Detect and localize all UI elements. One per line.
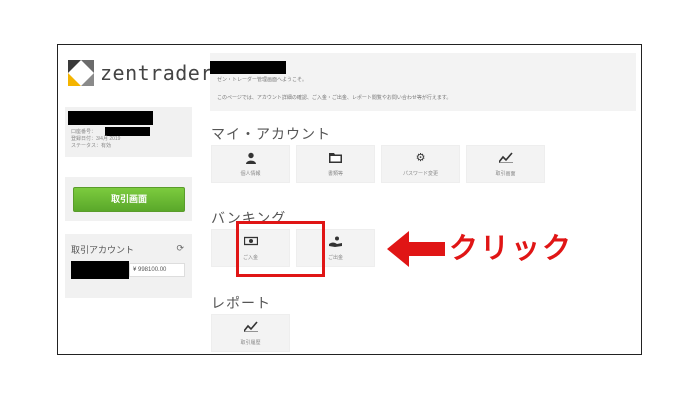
tile-documents[interactable]: 書類等 (296, 145, 375, 183)
tile-label: 取引画面 (495, 171, 516, 177)
zentrader-logo-icon (68, 60, 94, 86)
welcome-message: ゼン・トレーダー管理画面へようこそ。 (217, 77, 308, 83)
redacted-username (210, 61, 286, 74)
tile-label: パスワード変更 (402, 171, 438, 177)
tile-change-password[interactable]: ⚙ パスワード変更 (381, 145, 460, 183)
tile-trading-screen[interactable]: 取引画面 (466, 145, 545, 183)
trade-panel: 取引画面 (65, 177, 192, 221)
section-title-my-account: マイ・アカウント (211, 126, 331, 142)
profile-registration-date: 登録日付：3/4月 2019 (71, 136, 121, 142)
refresh-icon[interactable]: ⟳ (176, 243, 184, 254)
trading-account-panel: 取引アカウント ⟳ ¥ 998100.00 (65, 234, 192, 298)
chart-icon (467, 152, 544, 166)
brand-name: zentrader (100, 61, 213, 85)
tile-personal-info[interactable]: 個人情報 (211, 145, 290, 183)
trade-screen-button[interactable]: 取引画面 (73, 187, 185, 212)
main-content: ゼン・トレーダー管理画面へようこそ。 このページでは、アカウント詳細の確認、ご入… (210, 53, 636, 353)
tile-trade-history[interactable]: 取引履歴 (211, 314, 290, 352)
trading-account-title: 取引アカウント (71, 245, 135, 255)
redacted-name (68, 111, 153, 125)
profile-status: ステータス：有効 (71, 143, 112, 149)
click-annotation: クリック (449, 233, 574, 265)
profile-account-number-label: 口座番号： (71, 129, 97, 135)
person-icon (212, 152, 289, 167)
sidebar: zentrader 口座番号： 登録日付：3/4月 2019 ステータス：有効 … (58, 45, 212, 354)
logo[interactable]: zentrader (68, 58, 213, 88)
redacted-account-id (71, 261, 129, 279)
tile-label: 個人情報 (240, 171, 261, 177)
profile-details: 口座番号： 登録日付：3/4月 2019 ステータス：有効 (71, 129, 120, 150)
welcome-panel: ゼン・トレーダー管理画面へようこそ。 このページでは、アカウント詳細の確認、ご入… (210, 53, 636, 111)
gears-icon: ⚙ (415, 152, 426, 164)
highlight-box (236, 221, 325, 277)
app-frame: zentrader 口座番号： 登録日付：3/4月 2019 ステータス：有効 … (57, 44, 642, 355)
tile-label: 取引履歴 (240, 340, 261, 346)
section-title-report: レポート (211, 295, 271, 311)
chart-icon (212, 321, 289, 335)
account-balance: ¥ 998100.00 (129, 263, 185, 277)
welcome-description: このページでは、アカウント詳細の確認、ご入金・ご出金、レポート閲覧やお問い合わせ… (217, 95, 452, 101)
profile-panel: 口座番号： 登録日付：3/4月 2019 ステータス：有効 (65, 107, 192, 157)
folder-icon (297, 152, 374, 166)
tile-label: 書類等 (327, 171, 343, 177)
arrow-left-icon (387, 231, 445, 267)
